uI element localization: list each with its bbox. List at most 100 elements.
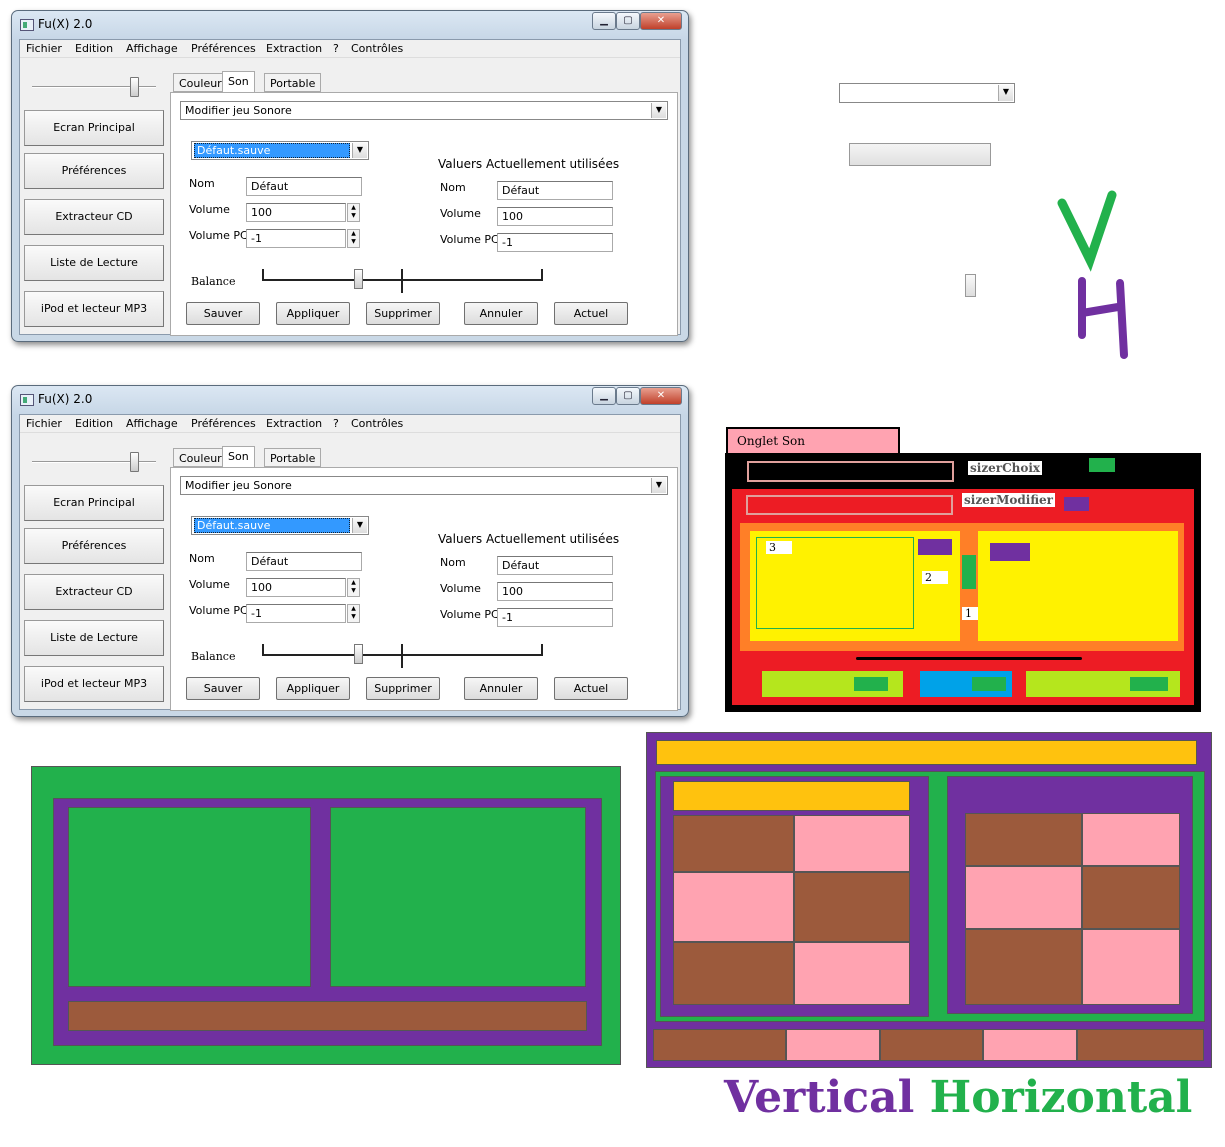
menu-fichier[interactable]: Fichier xyxy=(26,42,62,55)
purple-block-right xyxy=(990,543,1030,561)
volume-pc-field[interactable]: -1 xyxy=(246,229,346,248)
sample-slider-thumb[interactable] xyxy=(965,274,976,297)
actuel-button[interactable]: Actuel xyxy=(554,302,628,325)
volume-pc-stepper[interactable]: ▲ ▼ xyxy=(347,604,360,623)
current-volume-pc-field[interactable]: -1 xyxy=(497,608,613,627)
nav-ecran-principal[interactable]: Ecran Principal xyxy=(24,485,164,521)
slider-thumb[interactable] xyxy=(130,452,139,472)
slider-thumb[interactable] xyxy=(130,77,139,97)
supprimer-button[interactable]: Supprimer xyxy=(366,302,440,325)
current-values-title: Valuers Actuellement utilisées xyxy=(438,532,620,546)
menu-edition[interactable]: Edition xyxy=(75,417,113,430)
tab-couleur[interactable]: Couleur xyxy=(173,448,228,467)
preset-combo[interactable]: Défaut.sauve ▼ xyxy=(191,141,369,160)
appliquer-button[interactable]: Appliquer xyxy=(276,677,350,700)
volume-slider[interactable] xyxy=(32,77,156,97)
nav-extracteur-cd[interactable]: Extracteur CD xyxy=(24,199,164,235)
current-nom-field[interactable]: Défaut xyxy=(497,181,613,200)
minimize-button[interactable]: ▁ xyxy=(592,387,616,405)
menu-preferences[interactable]: Préférences xyxy=(191,42,256,55)
volume-pc-stepper[interactable]: ▲ ▼ xyxy=(347,229,360,248)
sample-combo[interactable]: ▼ xyxy=(839,83,1015,103)
menu-fichier[interactable]: Fichier xyxy=(26,417,62,430)
menu-help[interactable]: ? xyxy=(333,42,339,55)
chevron-down-icon[interactable]: ▼ xyxy=(352,143,367,158)
nom-field[interactable]: Défaut xyxy=(246,177,362,196)
minimize-button[interactable]: ▁ xyxy=(592,12,616,30)
maximize-button[interactable]: ▢ xyxy=(616,12,640,30)
supprimer-button[interactable]: Supprimer xyxy=(366,677,440,700)
current-volume-label: Volume xyxy=(440,582,481,595)
tab-portable[interactable]: Portable xyxy=(264,73,322,92)
button-cell-2 xyxy=(920,671,1012,697)
nav-liste-de-lecture[interactable]: Liste de Lecture xyxy=(24,620,164,656)
current-nom-field[interactable]: Défaut xyxy=(497,556,613,575)
menu-extraction[interactable]: Extraction xyxy=(266,417,322,430)
green-block xyxy=(854,677,888,691)
preset-combo-value: Défaut.sauve xyxy=(194,518,350,533)
annuler-button[interactable]: Annuler xyxy=(464,302,538,325)
sauver-button[interactable]: Sauver xyxy=(186,302,260,325)
window-title: Fu(X) 2.0 xyxy=(38,392,93,406)
volume-label: Volume xyxy=(189,203,230,216)
current-volume-field[interactable]: 100 xyxy=(497,582,613,601)
nav-ecran-principal[interactable]: Ecran Principal xyxy=(24,110,164,146)
menu-controles[interactable]: Contrôles xyxy=(351,42,403,55)
volume-slider[interactable] xyxy=(32,452,156,472)
bottom-cell xyxy=(880,1029,983,1061)
tab-couleur[interactable]: Couleur xyxy=(173,73,228,92)
nav-ipod[interactable]: iPod et lecteur MP3 xyxy=(24,666,164,702)
appliquer-button[interactable]: Appliquer xyxy=(276,302,350,325)
balance-line xyxy=(856,657,1082,660)
nav-preferences[interactable]: Préférences xyxy=(24,153,164,189)
balance-right-end xyxy=(541,644,543,656)
nav-liste-de-lecture[interactable]: Liste de Lecture xyxy=(24,245,164,281)
tab-panel: Modifier jeu Sonore ▼ Défaut.sauve ▼ Value… xyxy=(170,467,678,711)
green-left-box xyxy=(68,807,311,987)
v-green-mark xyxy=(1057,190,1117,272)
nav-preferences[interactable]: Préférences xyxy=(24,528,164,564)
menu-help[interactable]: ? xyxy=(333,417,339,430)
nav-extracteur-cd[interactable]: Extracteur CD xyxy=(24,574,164,610)
menu-controles[interactable]: Contrôles xyxy=(351,417,403,430)
nav-ipod[interactable]: iPod et lecteur MP3 xyxy=(24,291,164,327)
current-volume-pc-field[interactable]: -1 xyxy=(497,233,613,252)
orange-row: 3 2 1 xyxy=(740,523,1184,651)
volume-field[interactable]: 100 xyxy=(246,578,346,597)
grid-cell xyxy=(794,942,910,1005)
sauver-button[interactable]: Sauver xyxy=(186,677,260,700)
volume-stepper[interactable]: ▲ ▼ xyxy=(347,578,360,597)
mode-combo[interactable]: Modifier jeu Sonore ▼ xyxy=(180,101,668,120)
grid-cell xyxy=(965,866,1082,929)
volume-field[interactable]: 100 xyxy=(246,203,346,222)
annuler-button[interactable]: Annuler xyxy=(464,677,538,700)
button-cell-1 xyxy=(762,671,903,697)
menu-affichage[interactable]: Affichage xyxy=(126,42,178,55)
menu-extraction[interactable]: Extraction xyxy=(266,42,322,55)
chevron-down-icon[interactable]: ▼ xyxy=(998,85,1013,101)
nom-field[interactable]: Défaut xyxy=(246,552,362,571)
current-volume-label: Volume xyxy=(440,207,481,220)
balance-thumb[interactable] xyxy=(354,644,363,664)
close-button[interactable]: ✕ xyxy=(640,12,682,30)
current-volume-field[interactable]: 100 xyxy=(497,207,613,226)
menu-preferences[interactable]: Préférences xyxy=(191,417,256,430)
app-window-1: Fu(X) 2.0 ▁ ▢ ✕ Fichier Edition Affichag… xyxy=(11,10,689,342)
chevron-down-icon[interactable]: ▼ xyxy=(651,103,666,118)
volume-pc-field[interactable]: -1 xyxy=(246,604,346,623)
preset-combo[interactable]: Défaut.sauve ▼ xyxy=(191,516,369,535)
menu-affichage[interactable]: Affichage xyxy=(126,417,178,430)
actuel-button[interactable]: Actuel xyxy=(554,677,628,700)
menu-edition[interactable]: Edition xyxy=(75,42,113,55)
maximize-button[interactable]: ▢ xyxy=(616,387,640,405)
tab-portable[interactable]: Portable xyxy=(264,448,322,467)
sample-button[interactable] xyxy=(849,143,991,166)
volume-stepper[interactable]: ▲ ▼ xyxy=(347,203,360,222)
close-button[interactable]: ✕ xyxy=(640,387,682,405)
chevron-down-icon[interactable]: ▼ xyxy=(651,478,666,493)
balance-thumb[interactable] xyxy=(354,269,363,289)
mode-combo[interactable]: Modifier jeu Sonore ▼ xyxy=(180,476,668,495)
tab-son[interactable]: Son xyxy=(222,71,255,92)
chevron-down-icon[interactable]: ▼ xyxy=(352,518,367,533)
tab-son[interactable]: Son xyxy=(222,446,255,467)
